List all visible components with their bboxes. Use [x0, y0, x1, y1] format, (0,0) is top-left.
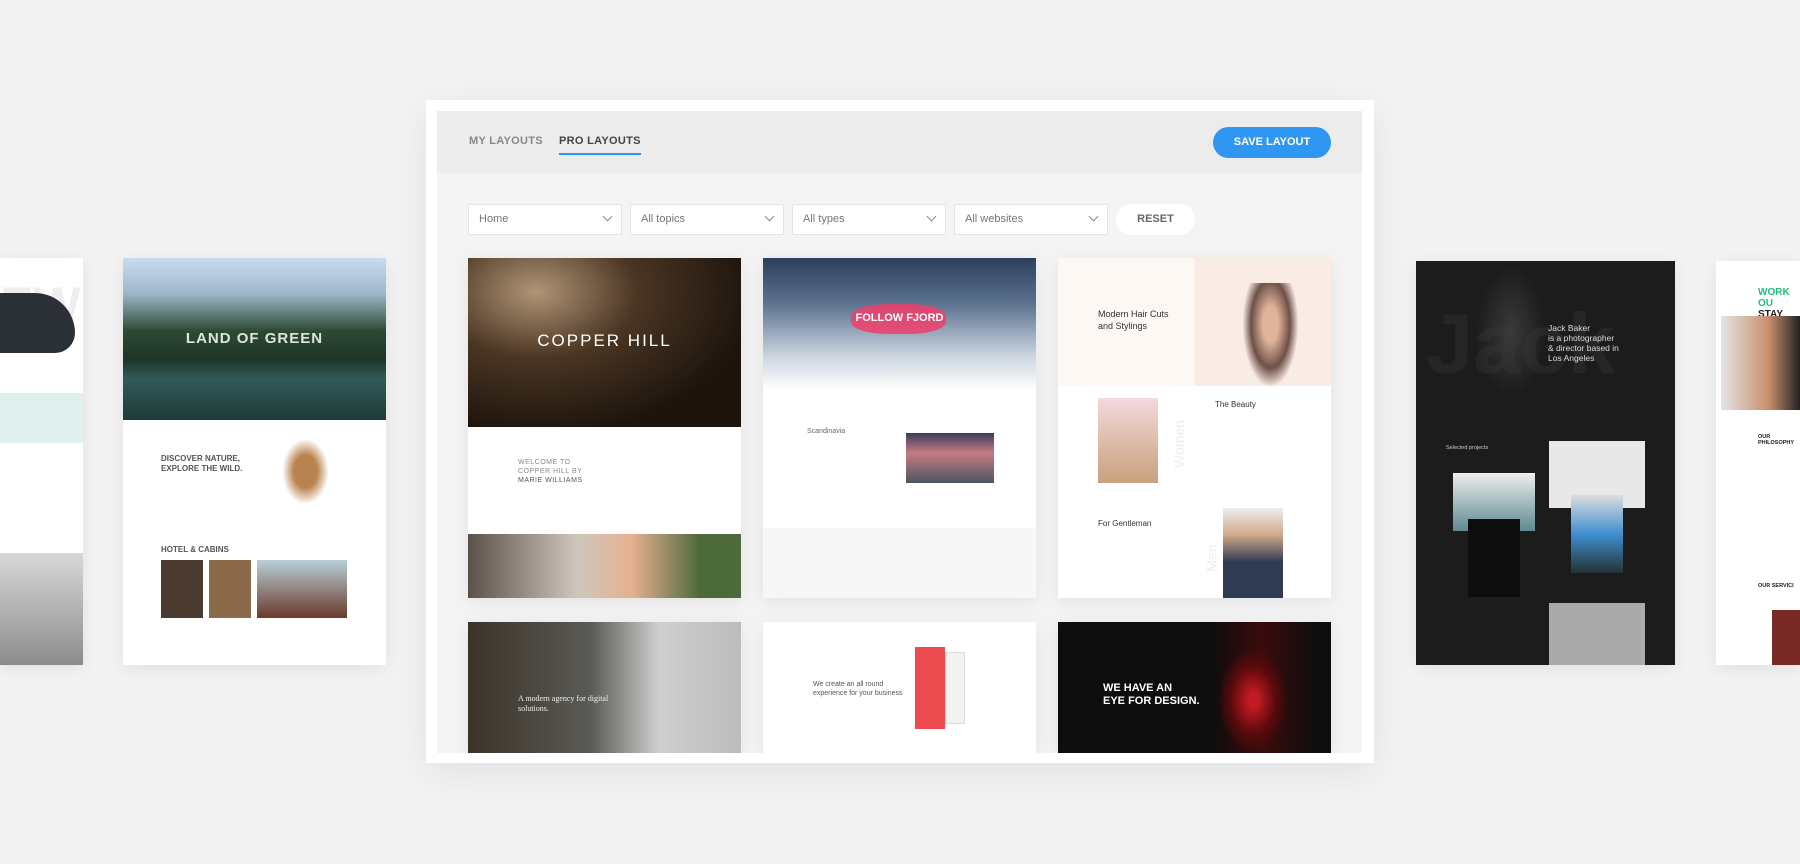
- welcome-line: COPPER HILL BY: [518, 468, 583, 475]
- bio-line: Jack Baker: [1548, 323, 1591, 333]
- philosophy-label: OUR PHILOSOPHY: [1758, 434, 1794, 446]
- red-face-image: [1218, 647, 1288, 753]
- salon-title: Modern Hair Cuts and Stylings: [1098, 308, 1169, 332]
- project-photo: [1571, 495, 1623, 573]
- title-line: WE HAVE AN: [1103, 682, 1173, 694]
- agency-title: A modern agency for digital solutions.: [518, 694, 608, 714]
- websites-select[interactable]: All websites: [954, 204, 1108, 235]
- layout-preview-fitness[interactable]: WORK OU STAY STR OUR PHILOSOPHY OUR SERV…: [1716, 261, 1800, 665]
- chevron-down-icon: [764, 211, 775, 222]
- bio-line: & director based in: [1548, 343, 1619, 353]
- articles-grid: [763, 528, 1036, 598]
- gentleman-heading: For Gentleman: [1098, 519, 1152, 528]
- welcome-text: WELCOME TO COPPER HILL BY MARIE WILLIAMS: [518, 458, 583, 485]
- scandinavia-heading: Scandinavia: [807, 428, 846, 435]
- portrait-image: [1476, 266, 1546, 396]
- title-line: and Stylings: [1098, 321, 1148, 331]
- stool-image: [0, 393, 83, 443]
- topics-select[interactable]: All topics: [630, 204, 784, 235]
- welcome-line: MARIE WILLIAMS: [518, 477, 583, 484]
- nature-title: LAND OF GREEN: [185, 330, 324, 347]
- topics-select-value: All topics: [641, 213, 686, 225]
- project-photo: [1468, 519, 1520, 597]
- title-line: solutions.: [518, 704, 549, 713]
- women-label: Women: [1170, 420, 1187, 468]
- copper-hill-title: COPPER HILL: [537, 331, 672, 350]
- layout-preview-furniture[interactable]: EW: [0, 258, 83, 665]
- cabin-photo: [257, 560, 347, 618]
- layout-preview-photographer[interactable]: Jack Jack Baker is a photographer & dire…: [1416, 261, 1675, 665]
- business-title: We create an all round experience for yo…: [813, 680, 903, 698]
- layout-card-hair-salon[interactable]: Modern Hair Cuts and Stylings Women The …: [1058, 258, 1331, 598]
- man-photo: [1223, 508, 1283, 598]
- layout-card-business[interactable]: We create an all round experience for yo…: [763, 622, 1036, 753]
- deer-image: [278, 433, 333, 503]
- tablet-cover: [915, 647, 945, 729]
- tab-pro-layouts[interactable]: PRO LAYOUTS: [559, 135, 641, 155]
- layout-card-follow-fjord[interactable]: FOLLOW FJORD Scandinavia: [763, 258, 1036, 598]
- fjord-title: FOLLOW FJORD: [855, 312, 944, 324]
- save-layout-button[interactable]: SAVE LAYOUT: [1213, 127, 1331, 158]
- model-image: [1243, 283, 1298, 386]
- cabin-photo: [161, 560, 203, 618]
- woman-photo: [468, 534, 741, 598]
- sofa-image: [0, 553, 83, 665]
- project-photo: [1549, 603, 1645, 665]
- headline-line: EXPLORE THE WILD.: [161, 464, 243, 473]
- title-line: We create an all round: [813, 681, 884, 688]
- title-line: WORK OU: [1758, 287, 1790, 309]
- layout-card-design[interactable]: WE HAVE AN EYE FOR DESIGN.: [1058, 622, 1331, 753]
- chevron-down-icon: [926, 211, 937, 222]
- layout-card-copper-hill[interactable]: COPPER HILL WELCOME TO COPPER HILL BY MA…: [468, 258, 741, 598]
- tab-my-layouts[interactable]: MY LAYOUTS: [469, 135, 543, 147]
- title-line: Modern Hair Cuts: [1098, 309, 1169, 319]
- men-label: Men: [1203, 544, 1220, 572]
- chevron-down-icon: [602, 211, 613, 222]
- selected-projects-label: Selected projects: [1446, 445, 1489, 451]
- welcome-line: WELCOME TO: [518, 459, 571, 466]
- page-select-value: Home: [479, 213, 509, 225]
- headline-line: DISCOVER NATURE,: [161, 454, 240, 463]
- panel-body: COPPER HILL WELCOME TO COPPER HILL BY MA…: [437, 173, 1362, 753]
- cabin-photo: [209, 560, 251, 618]
- layout-preview-nature[interactable]: LAND OF GREEN DISCOVER NATURE, EXPLORE T…: [123, 258, 386, 665]
- title-line: experience for your business: [813, 690, 903, 697]
- websites-select-value: All websites: [965, 213, 1024, 225]
- chevron-down-icon: [1088, 211, 1099, 222]
- fjord-photo: [906, 433, 994, 483]
- nature-section: HOTEL & CABINS: [161, 545, 229, 554]
- title-line: EYE FOR DESIGN.: [1103, 695, 1200, 707]
- title-line: A modern agency for digital: [518, 694, 609, 703]
- page-select[interactable]: Home: [468, 204, 622, 235]
- photographer-bio: Jack Baker is a photographer & director …: [1548, 323, 1619, 363]
- bio-line: is a photographer: [1548, 333, 1615, 343]
- bio-line: Los Angeles: [1548, 353, 1595, 363]
- tablet-image: [945, 652, 965, 724]
- layout-card-agency[interactable]: A modern agency for digital solutions.: [468, 622, 741, 753]
- label-line: PHILOSOPHY: [1758, 440, 1795, 446]
- types-select-value: All types: [803, 213, 845, 225]
- nature-headline: DISCOVER NATURE, EXPLORE THE WILD.: [161, 454, 242, 474]
- women-photo: [1098, 398, 1158, 483]
- types-select[interactable]: All types: [792, 204, 946, 235]
- athlete-image: [1721, 316, 1800, 410]
- beauty-heading: The Beauty: [1215, 400, 1256, 409]
- service-image: [1772, 610, 1800, 665]
- reset-button[interactable]: RESET: [1116, 204, 1195, 235]
- design-title: WE HAVE AN EYE FOR DESIGN.: [1103, 682, 1200, 708]
- services-label: OUR SERVICI: [1758, 583, 1794, 589]
